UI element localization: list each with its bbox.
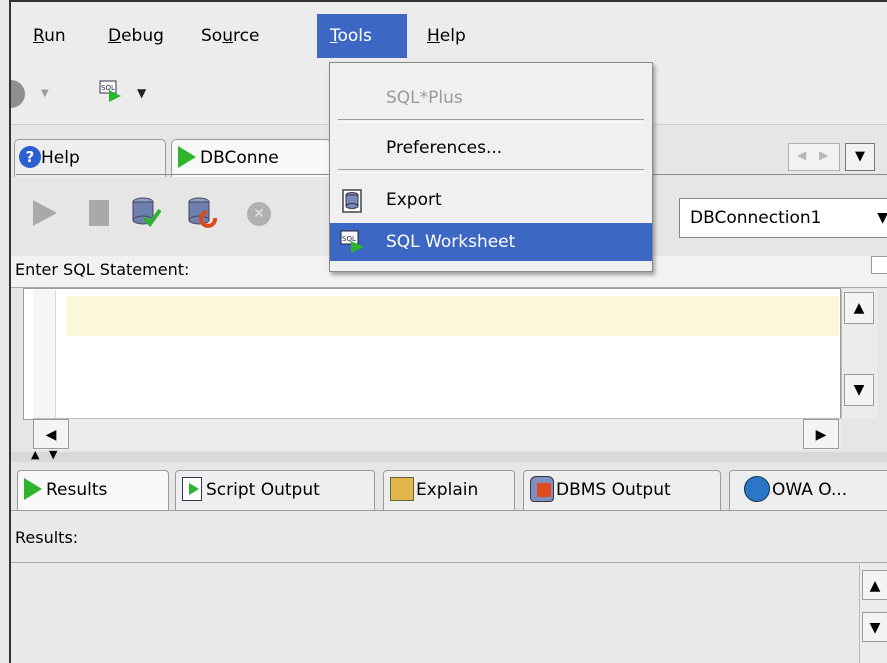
- results-label: Results:: [15, 528, 79, 547]
- editor-current-line[interactable]: [67, 296, 839, 336]
- scroll-up-icon[interactable]: ▲: [844, 292, 874, 324]
- menu-run[interactable]: Run: [33, 22, 66, 50]
- run-script-icon[interactable]: [89, 200, 109, 226]
- circle-button-icon[interactable]: [11, 80, 25, 108]
- scroll-left-icon[interactable]: ◀: [33, 419, 69, 449]
- menu-separator: [338, 119, 644, 123]
- tab-explain[interactable]: Explain: [383, 470, 515, 510]
- results-grid[interactable]: [11, 562, 887, 663]
- tab-explain-label: Explain: [416, 480, 479, 500]
- splitter[interactable]: ▲ ▼: [11, 448, 887, 462]
- sql-worksheet-icon: SQL: [340, 230, 366, 268]
- splitter-down-icon[interactable]: ▼: [49, 448, 57, 461]
- svg-text:SQL: SQL: [342, 235, 356, 243]
- editor-gutter: [33, 290, 56, 418]
- enter-sql-label: Enter SQL Statement:: [15, 260, 190, 279]
- tab-results[interactable]: Results: [17, 470, 169, 510]
- menu-item-preferences-label: Preferences...: [386, 138, 503, 158]
- database-icon: [342, 189, 362, 227]
- menu-item-sql-worksheet-label: SQL Worksheet: [386, 232, 516, 252]
- scroll-up-icon[interactable]: ▲: [862, 570, 887, 600]
- connection-select[interactable]: DBConnection1 ▼: [679, 198, 887, 238]
- help-icon: ?: [19, 145, 41, 168]
- tab-scroll-buttons[interactable]: ◀ ▶: [788, 143, 840, 171]
- explain-plan-icon: [390, 476, 414, 501]
- tab-script-output-label: Script Output: [206, 480, 320, 500]
- chevron-down-icon: ▼: [877, 210, 887, 226]
- run-icon: [178, 145, 196, 168]
- tab-help[interactable]: ? Help: [14, 139, 166, 177]
- tab-dbconnection[interactable]: DBConne: [171, 139, 331, 177]
- tab-owa-output[interactable]: OWA O...: [729, 470, 887, 510]
- cancel-icon[interactable]: ✕: [247, 202, 271, 226]
- tools-menu: SQL*Plus Preferences... Export SQL SQL W…: [329, 62, 653, 272]
- option-checkbox[interactable]: [871, 256, 887, 274]
- scroll-down-icon[interactable]: ▼: [844, 374, 874, 406]
- menu-separator: [338, 169, 644, 173]
- tab-list-dropdown[interactable]: ▼: [845, 143, 875, 171]
- menu-debug[interactable]: Debug: [108, 22, 164, 50]
- menu-item-sqlplus[interactable]: SQL*Plus: [330, 79, 652, 117]
- results-vertical-scrollbar[interactable]: ▲ ▼: [859, 564, 887, 663]
- commit-icon[interactable]: [131, 196, 162, 233]
- globe-icon: [744, 475, 770, 502]
- tab-results-label: Results: [46, 480, 108, 500]
- chevron-down-icon[interactable]: ▼: [137, 86, 146, 100]
- tab-dbms-output-label: DBMS Output: [556, 480, 671, 500]
- svg-text:SQL: SQL: [101, 84, 115, 92]
- tab-owa-output-label: OWA O...: [772, 480, 848, 500]
- menubar: Run Debug Source Tools Help: [11, 2, 887, 63]
- tab-dbms-output[interactable]: DBMS Output: [523, 470, 721, 510]
- scroll-right-icon[interactable]: ▶: [803, 419, 839, 449]
- editor-vertical-scrollbar[interactable]: ▲ ▼: [841, 290, 877, 418]
- menu-item-preferences[interactable]: Preferences...: [330, 129, 652, 167]
- sql-worksheet-toolbar-icon[interactable]: SQL: [99, 80, 123, 107]
- tab-scroll-right-icon[interactable]: ▶: [819, 148, 828, 162]
- tab-dbconnection-label: DBConne: [200, 148, 279, 168]
- tab-help-label: Help: [41, 148, 80, 168]
- menu-item-export-label: Export: [386, 190, 442, 210]
- rollback-icon[interactable]: [187, 196, 218, 233]
- menu-help[interactable]: Help: [427, 22, 466, 50]
- menu-item-export[interactable]: Export: [330, 181, 652, 219]
- ide-window: Run Debug Source Tools Help ▼ SQL ▼ ? Hel…: [9, 0, 887, 663]
- run-icon: [24, 477, 42, 500]
- screenshot-frame: Run Debug Source Tools Help ▼ SQL ▼ ? Hel…: [0, 0, 887, 663]
- tab-scroll-left-icon[interactable]: ◀: [797, 148, 806, 162]
- editor-horizontal-scrollbar[interactable]: ◀ ▶: [33, 418, 841, 450]
- scroll-down-icon[interactable]: ▼: [862, 612, 887, 642]
- chevron-down-icon: ▼: [855, 149, 865, 164]
- tab-script-output[interactable]: Script Output: [175, 470, 375, 510]
- connection-select-value: DBConnection1: [690, 208, 822, 228]
- execute-icon[interactable]: [33, 200, 57, 226]
- splitter-up-icon[interactable]: ▲: [31, 448, 39, 461]
- menu-item-sql-worksheet[interactable]: SQL SQL Worksheet: [330, 223, 652, 261]
- dbms-output-icon: [530, 475, 554, 502]
- script-output-icon: [182, 476, 202, 501]
- chevron-down-icon[interactable]: ▼: [41, 88, 49, 99]
- menu-item-sqlplus-label: SQL*Plus: [386, 88, 463, 108]
- menu-tools[interactable]: Tools: [317, 14, 407, 58]
- menu-source[interactable]: Source: [201, 22, 259, 50]
